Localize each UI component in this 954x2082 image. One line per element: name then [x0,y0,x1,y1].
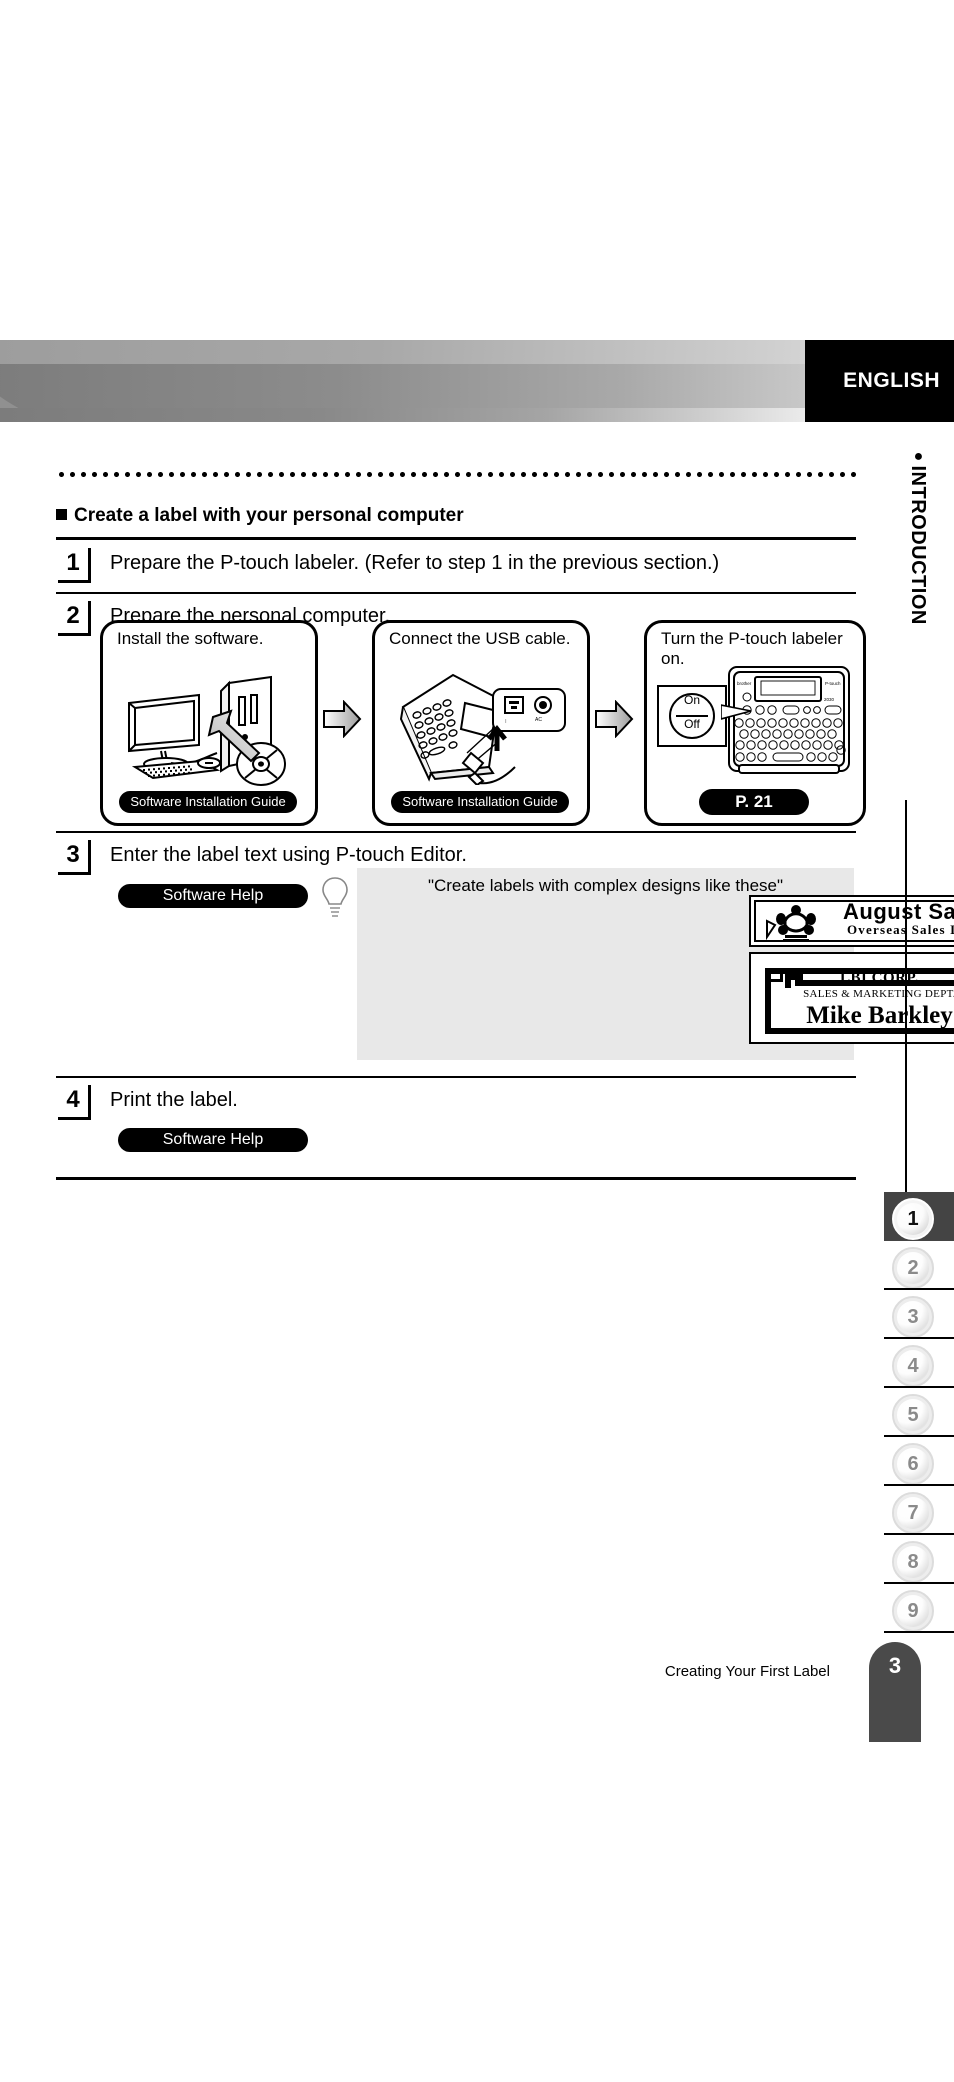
install-arrow-icon [207,709,263,763]
chapter-tab-6-label: 6 [892,1443,934,1485]
chapter-side-label: ●INTRODUCTION [889,448,929,748]
diagram-box-3-pill[interactable]: P. 21 [699,789,809,815]
language-badge-label: ENGLISH [843,369,940,392]
header-bottom-strip [0,408,805,422]
step-1-number: 1 [58,548,91,583]
people-meeting-icon [765,903,827,943]
software-help-badge-step4[interactable]: Software Help [118,1128,308,1152]
square-bullet-icon [56,509,67,520]
svg-text:2030: 2030 [824,697,835,702]
dotted-divider [56,471,856,478]
svg-text:brother: brother [737,681,752,686]
flow-arrow-2-icon [594,699,634,739]
step-4-number: 4 [58,1085,91,1120]
diagram-box-power-on: Turn the P-touch labeler on. On Off brot… [644,620,866,826]
chapter-tab-9[interactable]: 9 [884,1584,954,1633]
rule-below-step-3 [56,1076,856,1078]
chapter-tab-8[interactable]: 8 [884,1535,954,1584]
chapter-tab-5[interactable]: 5 [884,1388,954,1437]
footer-page-tab: 3 [869,1642,921,1742]
section-heading: Create a label with your personal comput… [56,505,816,527]
chapter-bullet-icon: ● [910,448,927,466]
sample-labels-panel: "Create labels with complex designs like… [357,868,954,1060]
chapter-tab-6[interactable]: 6 [884,1437,954,1486]
step-1-text: Prepare the P-touch labeler. (Refer to s… [110,552,720,574]
chapter-tab-8-label: 8 [892,1541,934,1583]
footer-chapter-title: Creating Your First Label [664,1663,830,1680]
step-3-number: 3 [58,840,91,875]
chapter-tab-7-label: 7 [892,1492,934,1534]
chapter-tab-9-label: 9 [892,1590,934,1632]
rule-below-step-4 [56,1177,856,1180]
chapter-tab-5-label: 5 [892,1394,934,1436]
diagram-box-1-pill: Software Installation Guide [119,791,297,813]
power-button-callout: On Off [657,685,727,747]
tab-rail-line [905,800,907,1192]
section-heading-text: Create a label with your personal comput… [74,505,464,526]
chapter-tab-4-label: 4 [892,1345,934,1387]
power-callout-leader [720,701,753,723]
chapter-tab-1[interactable]: 1 [884,1192,954,1241]
power-button-off-label: Off [684,717,700,731]
language-badge: ENGLISH [805,340,954,422]
footer-page-number: 3 [888,1653,902,1678]
chapter-tab-rail: 1 2 3 4 5 6 7 8 9 [884,800,954,1670]
step-4-text: Print the label. [110,1089,238,1111]
svg-text:P-touch: P-touch [825,681,841,686]
rule-below-heading [56,537,856,540]
flow-arrow-1-icon [322,699,362,739]
diagram-box-connect-usb: Connect the USB cable. ∶ AC Software Ins… [372,620,590,826]
chapter-tab-1-label: 1 [892,1198,934,1240]
chapter-tab-2-label: 2 [892,1247,934,1289]
chapter-tab-4[interactable]: 4 [884,1339,954,1388]
diagram-box-2-pill: Software Installation Guide [391,791,569,813]
power-button-on-label: On [683,693,700,707]
lightbulb-icon [322,876,348,920]
software-help-badge-step3[interactable]: Software Help [118,884,308,908]
sample-labels-quote: "Create labels with complex designs like… [427,876,784,895]
rule-below-step-1 [56,592,856,594]
diagram-box-install-software: Install the software. Software Installat… [100,620,318,826]
chapter-tab-3-label: 3 [892,1296,934,1338]
labeler-usb-icon: ∶ AC [393,667,573,787]
rule-below-step-2 [56,831,856,833]
chapter-tab-7[interactable]: 7 [884,1486,954,1535]
diagram-box-2-caption: Connect the USB cable. [389,629,571,648]
chapter-tab-2[interactable]: 2 [884,1241,954,1290]
step-2-number: 2 [58,601,91,636]
chapter-side-text: INTRODUCTION [907,465,929,625]
step-3-text: Enter the label text using P-touch Edito… [110,844,467,866]
diagram-box-1-caption: Install the software. [117,629,264,648]
chapter-tab-3[interactable]: 3 [884,1290,954,1339]
svg-text:AC: AC [535,717,542,723]
diagram-row: Install the software. Software Installat… [100,620,866,828]
